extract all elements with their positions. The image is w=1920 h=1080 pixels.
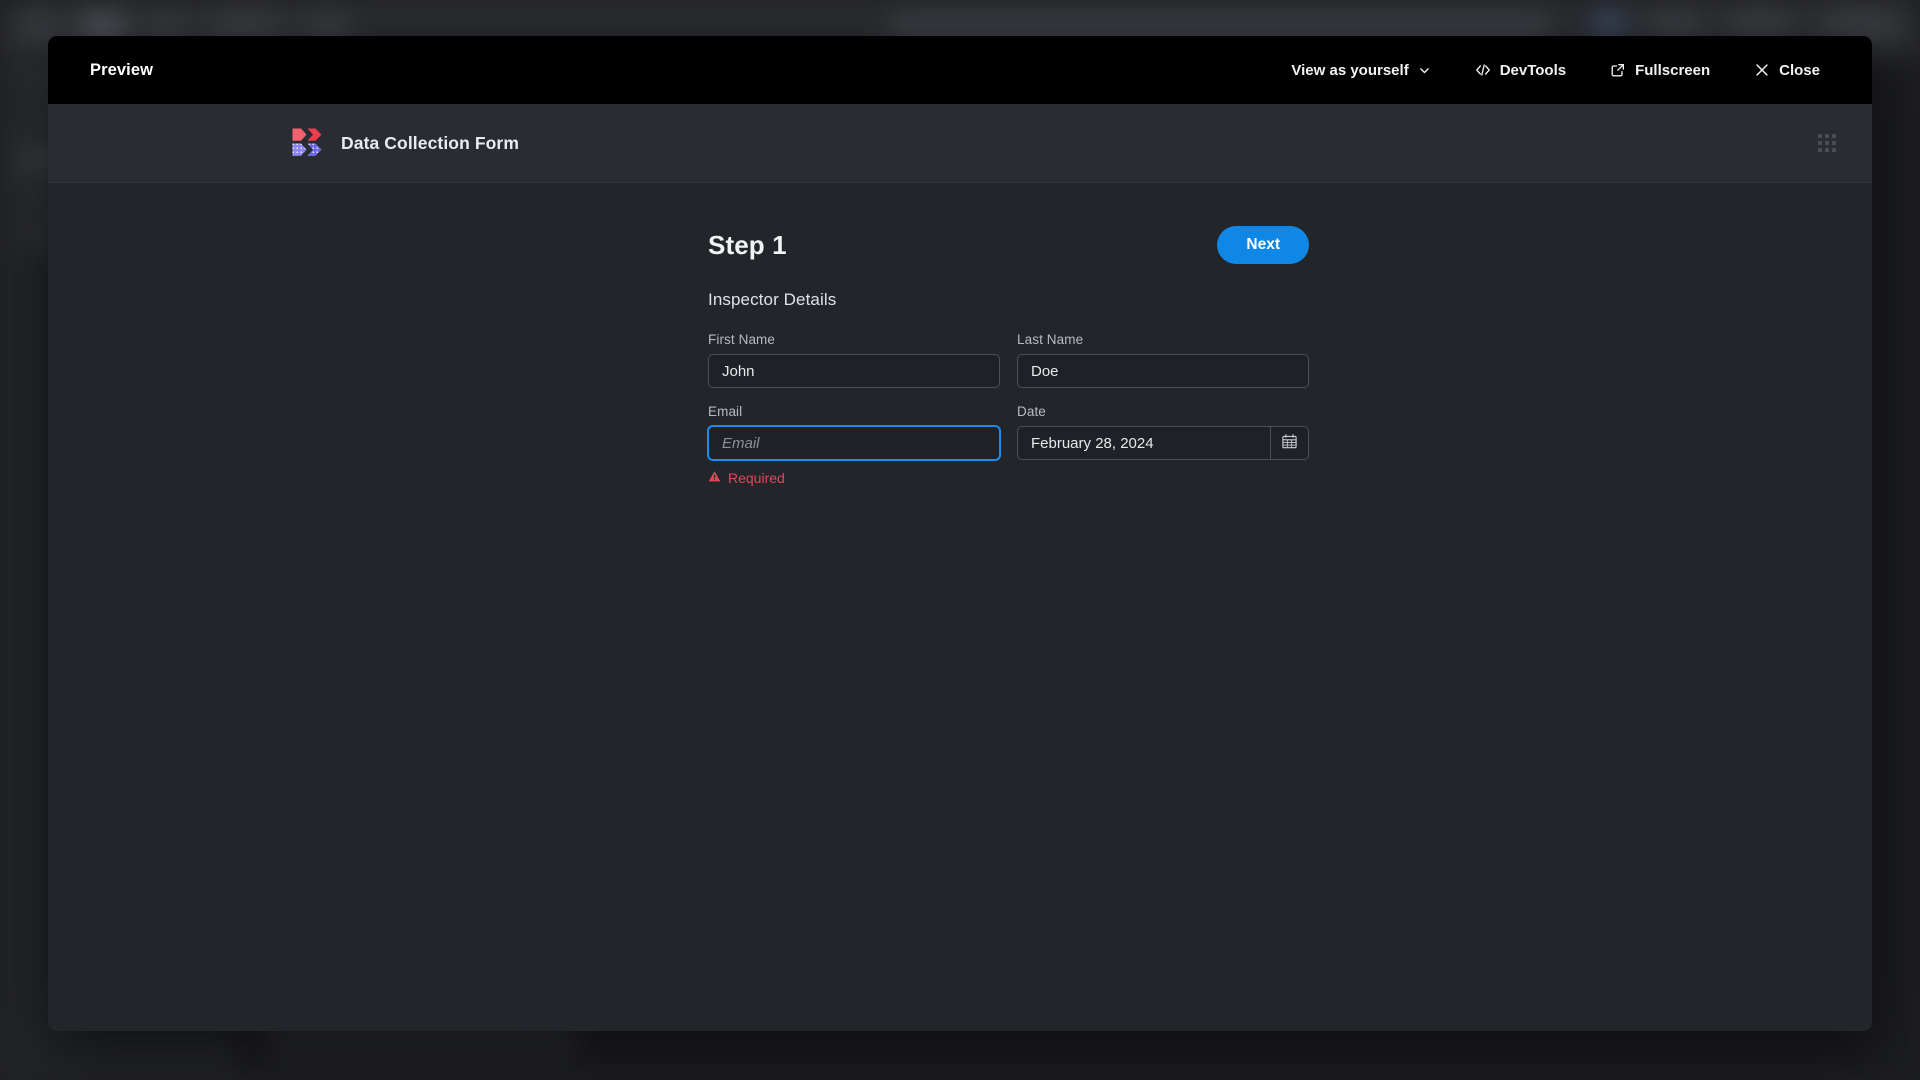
form-title: Data Collection Form [341, 132, 519, 153]
step-row: Step 1 Next [708, 226, 1309, 264]
section-title: Inspector Details [708, 290, 837, 309]
calendar-icon [1281, 433, 1298, 453]
email-label: Email [708, 404, 743, 419]
grid-dots-icon[interactable] [1818, 134, 1836, 152]
bg-pill [1728, 12, 1792, 38]
preview-modal: Preview View as yourself DevTools Fullsc… [48, 36, 1872, 1031]
code-icon [1475, 62, 1491, 78]
preview-actions: View as yourself DevTools Fullscreen Clo… [1269, 54, 1842, 87]
email-error-label: Required [728, 470, 785, 486]
form-inner: Step 1 Next Inspector Details First Name… [708, 226, 1309, 486]
bg-pill [1648, 12, 1702, 38]
email-field: Email Required [708, 404, 1000, 486]
field-row: First Name Last Name [708, 332, 1309, 388]
form-app: Data Collection Form Step 1 Next Inspect… [48, 104, 1872, 1031]
view-as-yourself-button[interactable]: View as yourself [1269, 54, 1452, 87]
preview-toolbar: Preview View as yourself DevTools Fullsc… [48, 36, 1872, 104]
devtools-button[interactable]: DevTools [1453, 54, 1588, 87]
form-brand: Data Collection Form [292, 127, 519, 159]
view-as-yourself-label: View as yourself [1291, 61, 1409, 79]
close-icon [1754, 62, 1770, 78]
external-link-icon [1610, 62, 1626, 78]
form-body: Step 1 Next Inspector Details First Name… [48, 183, 1872, 1031]
date-label: Date [1017, 404, 1046, 419]
form-header: Data Collection Form [48, 104, 1872, 183]
last-name-label: Last Name [1017, 332, 1084, 347]
devtools-label: DevTools [1499, 61, 1567, 79]
calendar-button[interactable] [1270, 427, 1308, 459]
last-name-input[interactable] [1017, 354, 1309, 388]
date-input[interactable] [1018, 427, 1270, 459]
warning-triangle-icon [708, 470, 721, 486]
chevron-down-icon [1418, 64, 1431, 77]
close-button[interactable]: Close [1732, 54, 1842, 87]
next-button[interactable]: Next [1217, 226, 1309, 264]
fullscreen-button[interactable]: Fullscreen [1588, 54, 1732, 87]
step-title: Step 1 [708, 229, 787, 260]
close-label: Close [1779, 61, 1820, 79]
fullscreen-label: Fullscreen [1635, 61, 1711, 79]
first-name-label: First Name [708, 332, 776, 347]
date-field: Date [1017, 404, 1309, 486]
email-error: Required [708, 470, 1000, 486]
retool-logo-icon [292, 127, 324, 159]
bg-pill [1596, 12, 1622, 38]
field-row: Email Required [708, 404, 1309, 486]
email-input[interactable] [708, 426, 1000, 460]
background-topbar-right [1596, 12, 1896, 38]
first-name-field: First Name [708, 332, 1000, 388]
date-input-wrapper [1017, 426, 1309, 460]
bg-pill [1818, 12, 1896, 38]
first-name-input[interactable] [708, 354, 1000, 388]
preview-label: Preview [90, 60, 154, 79]
last-name-field: Last Name [1017, 332, 1309, 388]
